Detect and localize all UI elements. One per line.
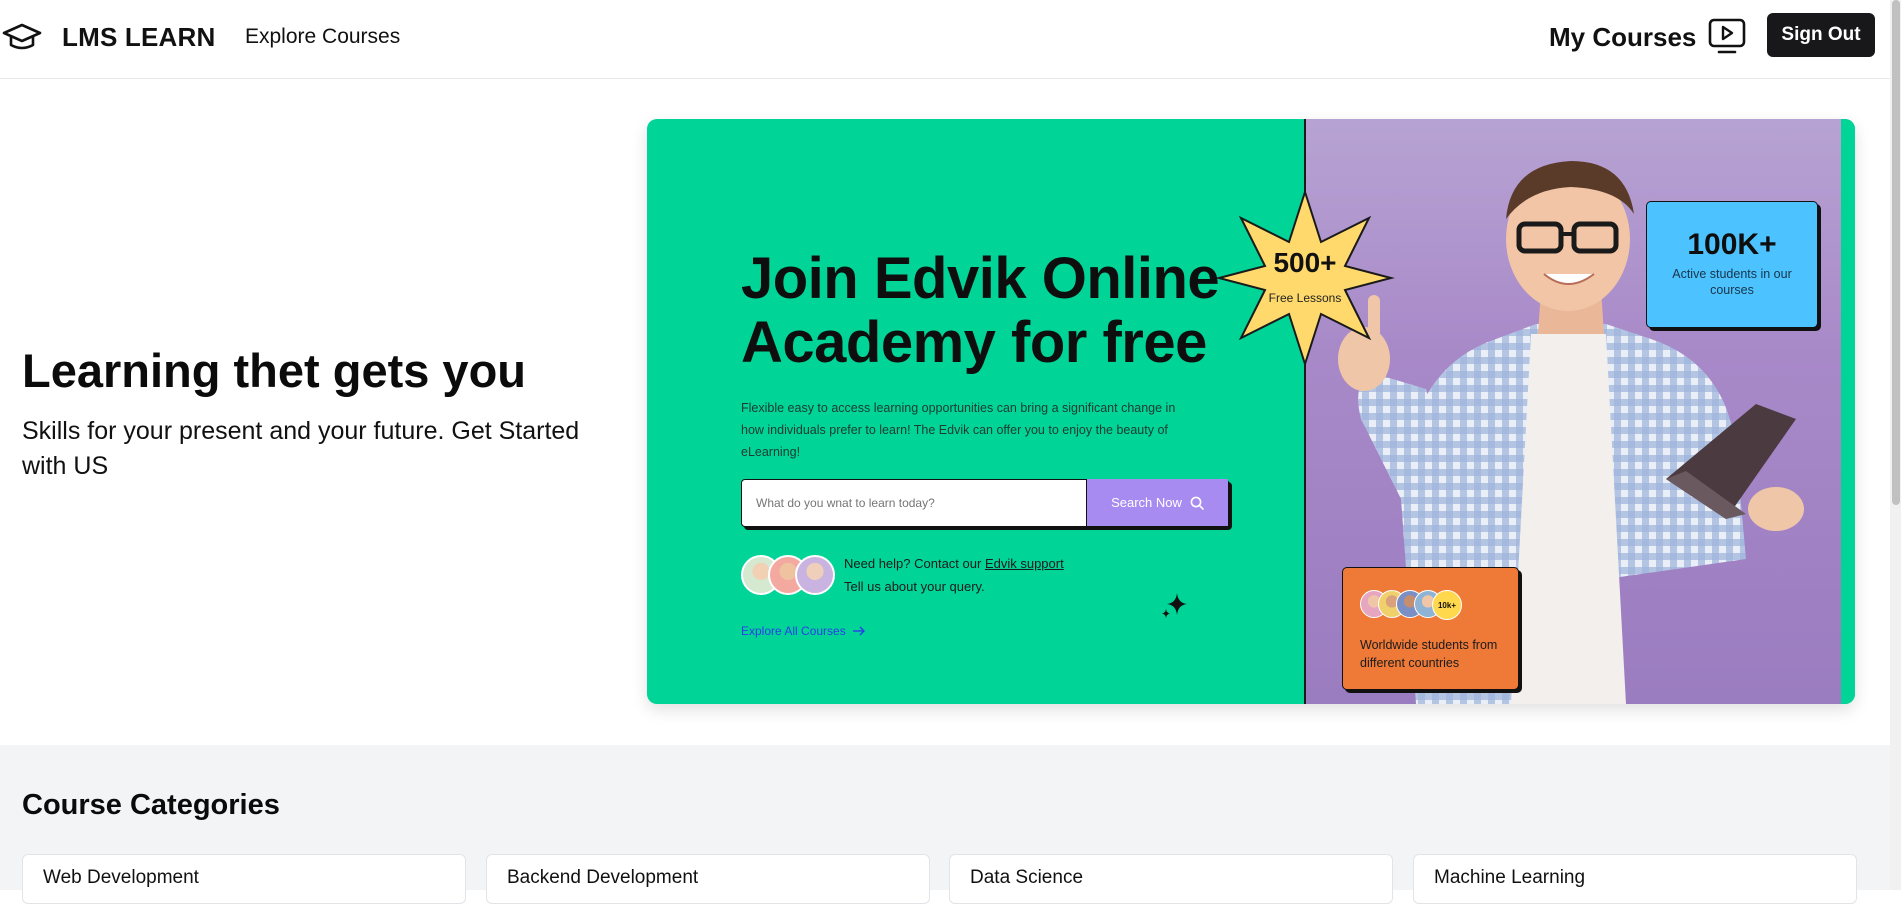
help-prefix: Need help? Contact our: [844, 556, 985, 571]
brand-name[interactable]: LMS LEARN: [62, 22, 215, 53]
support-avatars: [741, 555, 841, 599]
category-label: Data Science: [970, 867, 1084, 888]
page-scrollbar[interactable]: [1890, 0, 1901, 890]
sign-out-button[interactable]: Sign Out: [1767, 13, 1875, 57]
course-categories-section: Course Categories Web Development Backen…: [0, 745, 1890, 904]
top-header: LMS LEARN Explore Courses My Courses Sig…: [0, 0, 1901, 79]
student-avatars: 10k+: [1360, 590, 1490, 620]
active-students-count: 100K+: [1687, 228, 1777, 261]
scrollbar-thumb[interactable]: [1892, 0, 1900, 505]
promo-banner: 500+ Free Lessons Join Edvik Online Acad…: [647, 119, 1855, 704]
category-label: Backend Development: [507, 867, 699, 888]
banner-edge-strip: [1841, 119, 1855, 704]
banner-title: Join Edvik Online Academy for free: [741, 246, 1220, 375]
worldwide-students-label: Worldwide students from different countr…: [1360, 638, 1498, 670]
nav-explore-courses[interactable]: Explore Courses: [245, 25, 400, 49]
active-students-card: 100K+ Active students in our courses: [1646, 201, 1818, 328]
sparkle-icon: [1162, 593, 1187, 618]
category-card-data-science[interactable]: Data Science: [949, 854, 1393, 904]
student-count-badge: 10k+: [1432, 590, 1462, 620]
arrow-right-icon: [852, 626, 865, 636]
avatar: [795, 555, 835, 595]
graduation-cap-icon[interactable]: [2, 20, 42, 54]
help-text: Need help? Contact our Edvik support: [844, 556, 1064, 571]
hero-title: Learning thet gets you: [22, 344, 526, 397]
explore-all-courses-link[interactable]: Explore All Courses: [741, 624, 866, 638]
category-label: Machine Learning: [1434, 867, 1586, 888]
category-label: Web Development: [43, 867, 199, 888]
active-students-label: Active students in our courses: [1672, 267, 1792, 297]
search-icon: [1190, 496, 1204, 510]
search-now-button[interactable]: Search Now: [1086, 479, 1228, 526]
support-link[interactable]: Edvik support: [985, 556, 1064, 571]
hero-subtitle: Skills for your present and your future.…: [22, 417, 580, 480]
help-subtext: Tell us about your query.: [844, 579, 985, 594]
categories-title: Course Categories: [22, 789, 280, 821]
learn-search-input[interactable]: [756, 480, 1076, 525]
category-card-machine-learning[interactable]: Machine Learning: [1413, 854, 1857, 904]
banner-description: Flexible easy to access learning opportu…: [741, 401, 1176, 459]
explore-all-label: Explore All Courses: [741, 624, 846, 638]
category-card-web-development[interactable]: Web Development: [22, 854, 466, 904]
nav-my-courses[interactable]: My Courses: [1549, 22, 1696, 53]
play-screen-icon[interactable]: [1707, 17, 1747, 55]
category-card-backend-development[interactable]: Backend Development: [486, 854, 930, 904]
search-now-label: Search Now: [1111, 495, 1182, 510]
worldwide-students-card: 10k+ Worldwide students from different c…: [1342, 567, 1519, 690]
banner-search-box: Search Now: [741, 479, 1229, 527]
